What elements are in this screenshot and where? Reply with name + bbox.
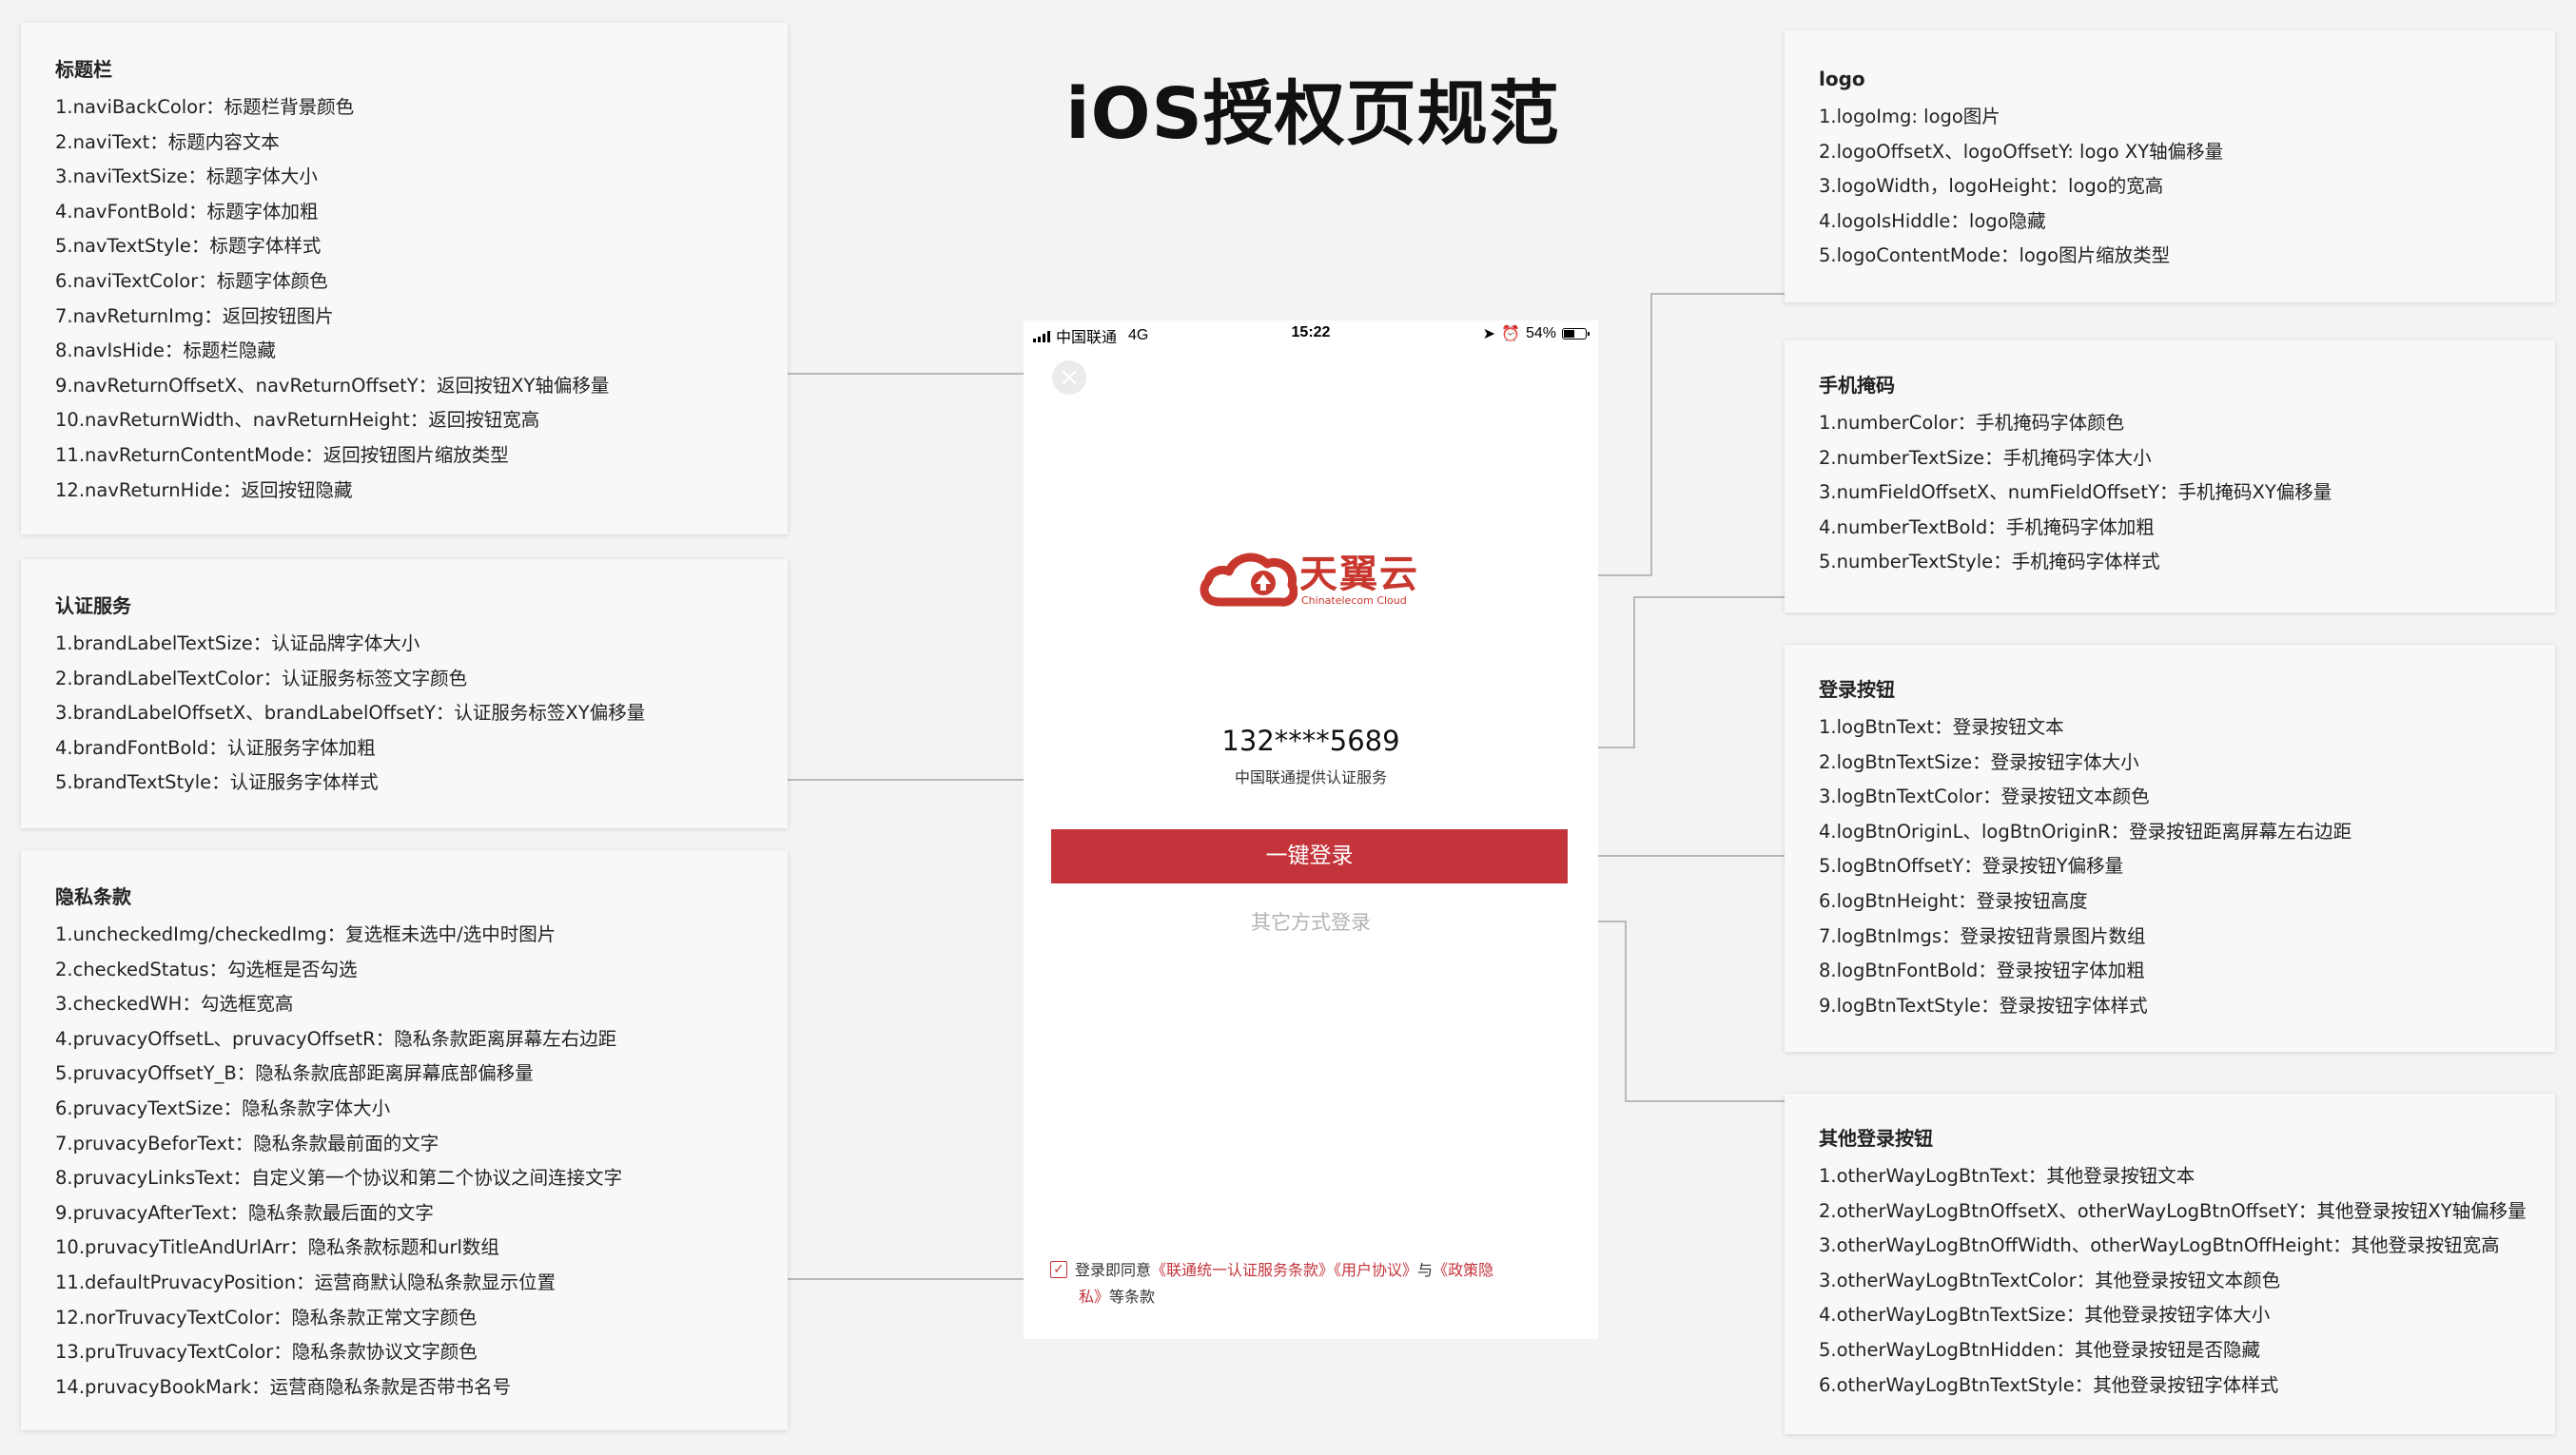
battery-icon: [1562, 328, 1590, 340]
card-item: 8.navIsHide：标题栏隐藏: [55, 340, 276, 362]
card-item: 3.checkedWH：勾选框宽高: [55, 993, 294, 1016]
card-item: 2.naviText：标题内容文本: [55, 130, 280, 153]
card-brand: 认证服务 1.brandLabelTextSize：认证品牌字体大小 2.bra…: [21, 559, 788, 828]
masked-number: 132****5689: [1221, 725, 1400, 757]
privacy-link-service[interactable]: 《联通统一认证服务条款》: [1151, 1261, 1334, 1279]
card-title: 标题栏: [55, 58, 112, 81]
card-item: 8.pruvacyLinksText：自定义第一个协议和第二个协议之间连接文字: [55, 1167, 623, 1190]
one-click-login-button[interactable]: 一键登录: [1051, 829, 1568, 883]
location-icon: ➤: [1482, 326, 1496, 342]
card-item: 3.otherWayLogBtnOffWidth、otherWayLogBtnO…: [1819, 1234, 2500, 1257]
card-item: 4.logBtnOriginL、logBtnOriginR：登录按钮距离屏幕左右…: [1819, 820, 2352, 843]
card-item: 4.numberTextBold：手机掩码字体加粗: [1819, 515, 2155, 538]
phone-mockup: 中国联通 4G 15:22 ➤ ⏰ 54% × 天翼云 Chinatelecom…: [1024, 320, 1598, 1339]
page-title: iOS授权页规范: [1065, 73, 1560, 155]
card-item: 9.navReturnOffsetX、navReturnOffsetY：返回按钮…: [55, 374, 610, 397]
card-item: 2.otherWayLogBtnOffsetX、otherWayLogBtnOf…: [1819, 1199, 2527, 1222]
card-privacy: 隐私条款 1.uncheckedImg/checkedImg：复选框未选中/选中…: [21, 850, 788, 1430]
battery-percent: 54%: [1525, 325, 1556, 341]
card-item: 9.pruvacyAfterText：隐私条款最后面的文字: [55, 1201, 434, 1224]
connector-privacy: [776, 1278, 1051, 1282]
card-other: 其他登录按钮 1.otherWayLogBtnText：其他登录按钮文本 2.o…: [1785, 1094, 2555, 1434]
card-item: 6.pruvacyTextSize：隐私条款字体大小: [55, 1096, 391, 1119]
card-item: 3.numFieldOffsetX、numFieldOffsetY：手机掩码XY…: [1819, 481, 2332, 504]
brand-label: 中国联通提供认证服务: [1234, 768, 1387, 786]
logo-subtext: Chinatelecom Cloud: [1301, 594, 1407, 607]
card-item: 1.naviBackColor：标题栏背景颜色: [55, 96, 355, 118]
privacy-link-user[interactable]: 《用户协议》: [1334, 1261, 1417, 1279]
card-loginbtn: 登录按钮 1.logBtnText：登录按钮文本 2.logBtnTextSiz…: [1785, 645, 2555, 1052]
card-item: 3.logoWidth，logoHeight：logo的宽高: [1819, 175, 2164, 198]
card-item: 3.otherWayLogBtnTextColor：其他登录按钮文本颜色: [1819, 1269, 2281, 1291]
card-item: 1.logoImg: logo图片: [1819, 106, 2000, 127]
card-item: 8.logBtnFontBold：登录按钮字体加粗: [1819, 960, 2145, 982]
card-item: 3.naviTextSize：标题字体大小: [55, 165, 318, 188]
alarm-icon: ⏰: [1501, 326, 1520, 342]
card-item: 1.uncheckedImg/checkedImg：复选框未选中/选中时图片: [55, 923, 556, 945]
card-item: 3.logBtnTextColor：登录按钮文本颜色: [1819, 786, 2150, 808]
card-item: 12.navReturnHide：返回按钮隐藏: [55, 478, 353, 501]
card-item: 1.logBtnText：登录按钮文本: [1819, 716, 2064, 738]
card-item: 9.logBtnTextStyle：登录按钮字体样式: [1819, 994, 2148, 1017]
card-item: 7.pruvacyBeforText：隐私条款最前面的文字: [55, 1132, 439, 1154]
card-item: 10.pruvacyTitleAndUrlArr：隐私条款标题和url数组: [55, 1236, 499, 1259]
card-item: 4.otherWayLogBtnTextSize：其他登录按钮字体大小: [1819, 1304, 2271, 1327]
privacy-terms: ✓ 登录即同意《联通统一认证服务条款》《用户协议》与《政策隐 私》等条款: [1050, 1257, 1569, 1310]
privacy-connector-text: 与: [1417, 1261, 1434, 1279]
card-item: 2.logoOffsetX、logoOffsetY: logo XY轴偏移量: [1819, 140, 2224, 163]
card-item: 12.norTruvacyTextColor：隐私条款正常文字颜色: [55, 1306, 478, 1329]
card-item: 5.otherWayLogBtnHidden：其他登录按钮是否隐藏: [1819, 1338, 2260, 1361]
card-item: 2.logBtnTextSize：登录按钮字体大小: [1819, 750, 2139, 773]
card-item: 7.navReturnImg：返回按钮图片: [55, 304, 334, 327]
status-bar: 中国联通 4G 15:22 ➤ ⏰ 54%: [1024, 320, 1598, 347]
logo-text: 天翼云: [1299, 553, 1419, 596]
card-title: logo: [1819, 68, 1865, 90]
card-item: 6.otherWayLogBtnTextStyle：其他登录按钮字体样式: [1819, 1373, 2279, 1396]
card-item: 1.otherWayLogBtnText：其他登录按钮文本: [1819, 1165, 2195, 1187]
card-number: 手机掩码 1.numberColor：手机掩码字体颜色 2.numberText…: [1785, 340, 2555, 612]
privacy-after-text: 等条款: [1109, 1288, 1156, 1306]
card-item: 1.numberColor：手机掩码字体颜色: [1819, 412, 2125, 434]
privacy-link-policy[interactable]: 《政策隐: [1433, 1261, 1493, 1279]
card-title: 认证服务: [55, 594, 131, 617]
card-item: 14.pruvacyBookMark：运营商隐私条款是否带书名号: [55, 1375, 512, 1398]
privacy-before-text: 登录即同意: [1075, 1261, 1152, 1279]
other-login-link[interactable]: 其它方式登录: [1024, 907, 1598, 936]
card-logo: logo 1.logoImg: logo图片 2.logoOffsetX、log…: [1785, 30, 2555, 302]
card-item: 2.brandLabelTextColor：认证服务标签文字颜色: [55, 667, 468, 689]
card-title: 登录按钮: [1819, 678, 1895, 701]
cloud-icon: [1200, 553, 1298, 607]
card-item: 2.numberTextSize：手机掩码字体大小: [1819, 446, 2152, 469]
card-title: 其他登录按钮: [1819, 1127, 1933, 1150]
card-item: 7.logBtnImgs：登录按钮背景图片数组: [1819, 924, 2146, 947]
card-item: 5.logBtnOffsetY：登录按钮Y偏移量: [1819, 855, 2124, 878]
card-item: 6.logBtnHeight：登录按钮高度: [1819, 889, 2088, 912]
card-item: 2.checkedStatus：勾选框是否勾选: [55, 958, 358, 980]
card-item: 4.pruvacyOffsetL、pruvacyOffsetR：隐私条款距离屏幕…: [55, 1027, 617, 1050]
card-item: 10.navReturnWidth、navReturnHeight：返回按钮宽高: [55, 409, 540, 432]
card-item: 11.navReturnContentMode：返回按钮图片缩放类型: [55, 443, 509, 466]
card-item: 5.navTextStyle：标题字体样式: [55, 235, 322, 258]
card-title: 隐私条款: [55, 885, 131, 908]
card-item: 4.brandFontBold：认证服务字体加粗: [55, 736, 376, 759]
logo: 天翼云 Chinatelecom Cloud: [1199, 541, 1436, 617]
card-item: 1.brandLabelTextSize：认证品牌字体大小: [55, 632, 420, 654]
card-item: 13.pruTruvacyTextColor：隐私条款协议文字颜色: [55, 1341, 478, 1364]
card-item: 3.brandLabelOffsetX、brandLabelOffsetY：认证…: [55, 702, 646, 725]
card-item: 4.logoIsHiddle：logo隐藏: [1819, 209, 2046, 232]
close-icon[interactable]: ×: [1052, 360, 1086, 395]
card-item: 5.pruvacyOffsetY_B：隐私条款底部距离屏幕底部偏移量: [55, 1062, 534, 1085]
card-title: 手机掩码: [1819, 374, 1895, 397]
card-item: 4.navFontBold：标题字体加粗: [55, 200, 319, 223]
card-item: 6.naviTextColor：标题字体颜色: [55, 269, 328, 292]
card-nav: 标题栏 1.naviBackColor：标题栏背景颜色 2.naviText：标…: [21, 23, 788, 534]
card-item: 11.defaultPruvacyPosition：运营商默认隐私条款显示位置: [55, 1271, 556, 1293]
card-item: 5.logoContentMode：logo图片缩放类型: [1819, 244, 2171, 267]
card-item: 5.numberTextStyle：手机掩码字体样式: [1819, 551, 2160, 573]
privacy-checkbox[interactable]: ✓: [1050, 1260, 1067, 1278]
privacy-link-policy-cont[interactable]: 私》: [1079, 1288, 1109, 1306]
card-item: 5.brandTextStyle：认证服务字体样式: [55, 771, 379, 794]
